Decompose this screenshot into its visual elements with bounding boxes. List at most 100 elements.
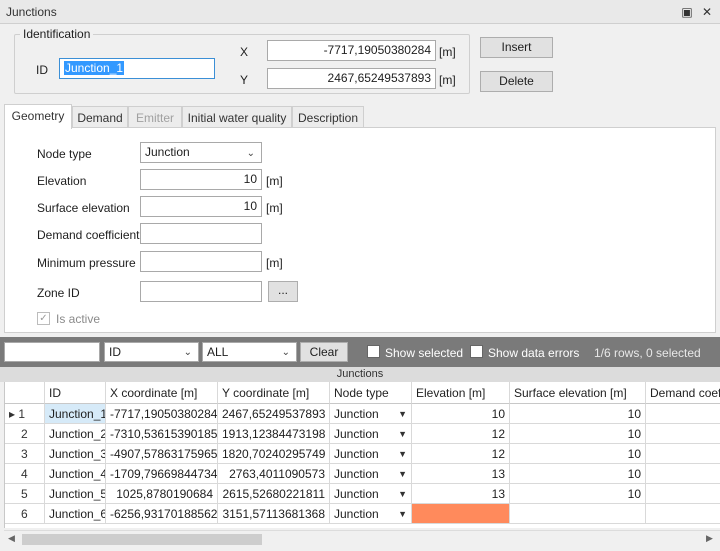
zone-browse-button[interactable]: ... [268,281,298,302]
filter-scope-value: ALL [207,345,229,359]
row-header[interactable]: 2 [5,424,45,444]
table-cell-demand-coeff[interactable] [646,504,720,524]
horizontal-scrollbar[interactable]: ◀ ▶ [4,530,720,547]
table-cell-node-type[interactable]: Junction ▼ [330,484,412,504]
minimum-pressure-label: Minimum pressure [37,256,136,270]
close-icon[interactable]: ✕ [698,3,716,21]
table-cell-surface-elevation[interactable]: 10 [510,424,646,444]
row-header[interactable]: 5 [5,484,45,504]
table-cell-elevation[interactable]: 10 [412,404,510,424]
table-cell-elevation-error[interactable] [412,504,510,524]
table-cell-demand-coeff[interactable] [646,464,720,484]
filter-search-input[interactable] [4,342,100,362]
table-cell-node-type[interactable]: Junction ▼ [330,504,412,524]
y-input[interactable]: 2467,65249537893 [267,68,436,89]
surface-elevation-input[interactable]: 10 [140,196,262,217]
window-title: Junctions [6,5,57,19]
table-cell-x[interactable]: -7717,19050380284 [106,404,218,424]
row-header[interactable]: ▸ 1 [5,404,45,424]
is-active-checkbox: ✓ [37,312,50,325]
node-type-label: Node type [37,147,92,161]
table-cell-node-type[interactable]: Junction ▼ [330,404,412,424]
table-cell-elevation[interactable]: 13 [412,464,510,484]
table-cell-id[interactable]: Junction_6 [45,504,106,524]
x-input[interactable]: -7717,19050380284 [267,40,436,61]
row-header[interactable]: 4 [5,464,45,484]
tab-description[interactable]: Description [292,106,364,128]
chevron-down-icon: ⌄ [281,347,290,358]
minimum-pressure-input[interactable] [140,251,262,272]
header-y[interactable]: Y coordinate [m] [218,382,330,404]
table-cell-id[interactable]: Junction_4 [45,464,106,484]
table-cell-surface-elevation[interactable]: 10 [510,464,646,484]
show-errors-checkbox[interactable] [470,345,483,358]
table-cell-surface-elevation[interactable]: 10 [510,484,646,504]
row-number: 1 [18,407,26,421]
table-cell-x[interactable]: -7310,53615390185 [106,424,218,444]
table-cell-surface-elevation[interactable]: 10 [510,404,646,424]
node-type-value: Junction [145,145,190,159]
table-cell-elevation[interactable]: 13 [412,484,510,504]
table-cell-id[interactable]: Junction_5 [45,484,106,504]
table-cell-demand-coeff[interactable] [646,424,720,444]
tab-geometry[interactable]: Geometry [4,104,72,129]
tab-initial-water-quality[interactable]: Initial water quality [182,106,292,128]
node-type-select[interactable]: Junction ⌄ [140,142,262,163]
scroll-left-icon[interactable]: ◀ [8,533,15,544]
table-cell-node-type[interactable]: Junction ▼ [330,424,412,444]
header-node-type[interactable]: Node type [330,382,412,404]
table-cell-surface-elevation[interactable]: 10 [510,444,646,464]
row-status: 1/6 rows, 0 selected [594,346,701,360]
table-cell-surface-elevation[interactable] [510,504,646,524]
header-id[interactable]: ID [45,382,106,404]
table-cell-x[interactable]: 1025,8780190684 [106,484,218,504]
zone-id-input[interactable] [140,281,262,302]
clear-button[interactable]: Clear [300,342,348,362]
demand-coefficient-input[interactable] [140,223,262,244]
elevation-input[interactable]: 10 [140,169,262,190]
header-elevation[interactable]: Elevation [m] [412,382,510,404]
table-cell-demand-coeff[interactable] [646,484,720,504]
show-selected-checkbox[interactable] [367,345,380,358]
restore-icon[interactable]: ▣ [678,3,696,21]
table-cell-elevation[interactable]: 12 [412,444,510,464]
delete-button[interactable]: Delete [480,71,553,92]
table-cell-y[interactable]: 3151,57113681368 [218,504,330,524]
table-cell-demand-coeff[interactable] [646,404,720,424]
table-cell-y[interactable]: 2615,52680221811 [218,484,330,504]
table-cell-id[interactable]: Junction_1 [45,404,106,424]
table-cell-x[interactable]: -6256,93170188562 [106,504,218,524]
table-cell-id[interactable]: Junction_2 [45,424,106,444]
geometry-panel: Node type Junction ⌄ Elevation 10 [m] Su… [4,127,716,333]
title-bar: Junctions ▣ ✕ [0,0,720,24]
table-cell-node-type[interactable]: Junction ▼ [330,464,412,484]
table-cell-y[interactable]: 1913,12384473198 [218,424,330,444]
scrollbar-thumb[interactable] [22,534,262,545]
filter-column-select[interactable]: ID ⌄ [104,342,199,362]
id-input[interactable]: Junction_1 [59,58,215,79]
table-cell-elevation[interactable]: 12 [412,424,510,444]
header-surface-elevation[interactable]: Surface elevation [m] [510,382,646,404]
header-rownum [5,382,45,404]
header-x[interactable]: X coordinate [m] [106,382,218,404]
row-header[interactable]: 3 [5,444,45,464]
tab-demand[interactable]: Demand [72,106,128,128]
dropdown-arrow-icon: ▼ [398,469,407,479]
table-cell-x[interactable]: -1709,79669844734 [106,464,218,484]
dropdown-arrow-icon: ▼ [398,429,407,439]
table-cell-x[interactable]: -4907,57863175965 [106,444,218,464]
table-cell-y[interactable]: 1820,70240295749 [218,444,330,464]
filter-scope-select[interactable]: ALL ⌄ [202,342,297,362]
header-demand-coeff[interactable]: Demand coeff [646,382,720,404]
table-cell-id[interactable]: Junction_3 [45,444,106,464]
node-type-text: Junction [334,407,379,421]
table-cell-y[interactable]: 2467,65249537893 [218,404,330,424]
table-cell-y[interactable]: 2763,4011090573 [218,464,330,484]
table-cell-demand-coeff[interactable] [646,444,720,464]
chevron-down-icon: ⌄ [183,347,192,358]
insert-button[interactable]: Insert [480,37,553,58]
table-cell-node-type[interactable]: Junction ▼ [330,444,412,464]
node-type-text: Junction [334,467,379,481]
row-header[interactable]: 6 [5,504,45,524]
scroll-right-icon[interactable]: ▶ [706,533,713,544]
